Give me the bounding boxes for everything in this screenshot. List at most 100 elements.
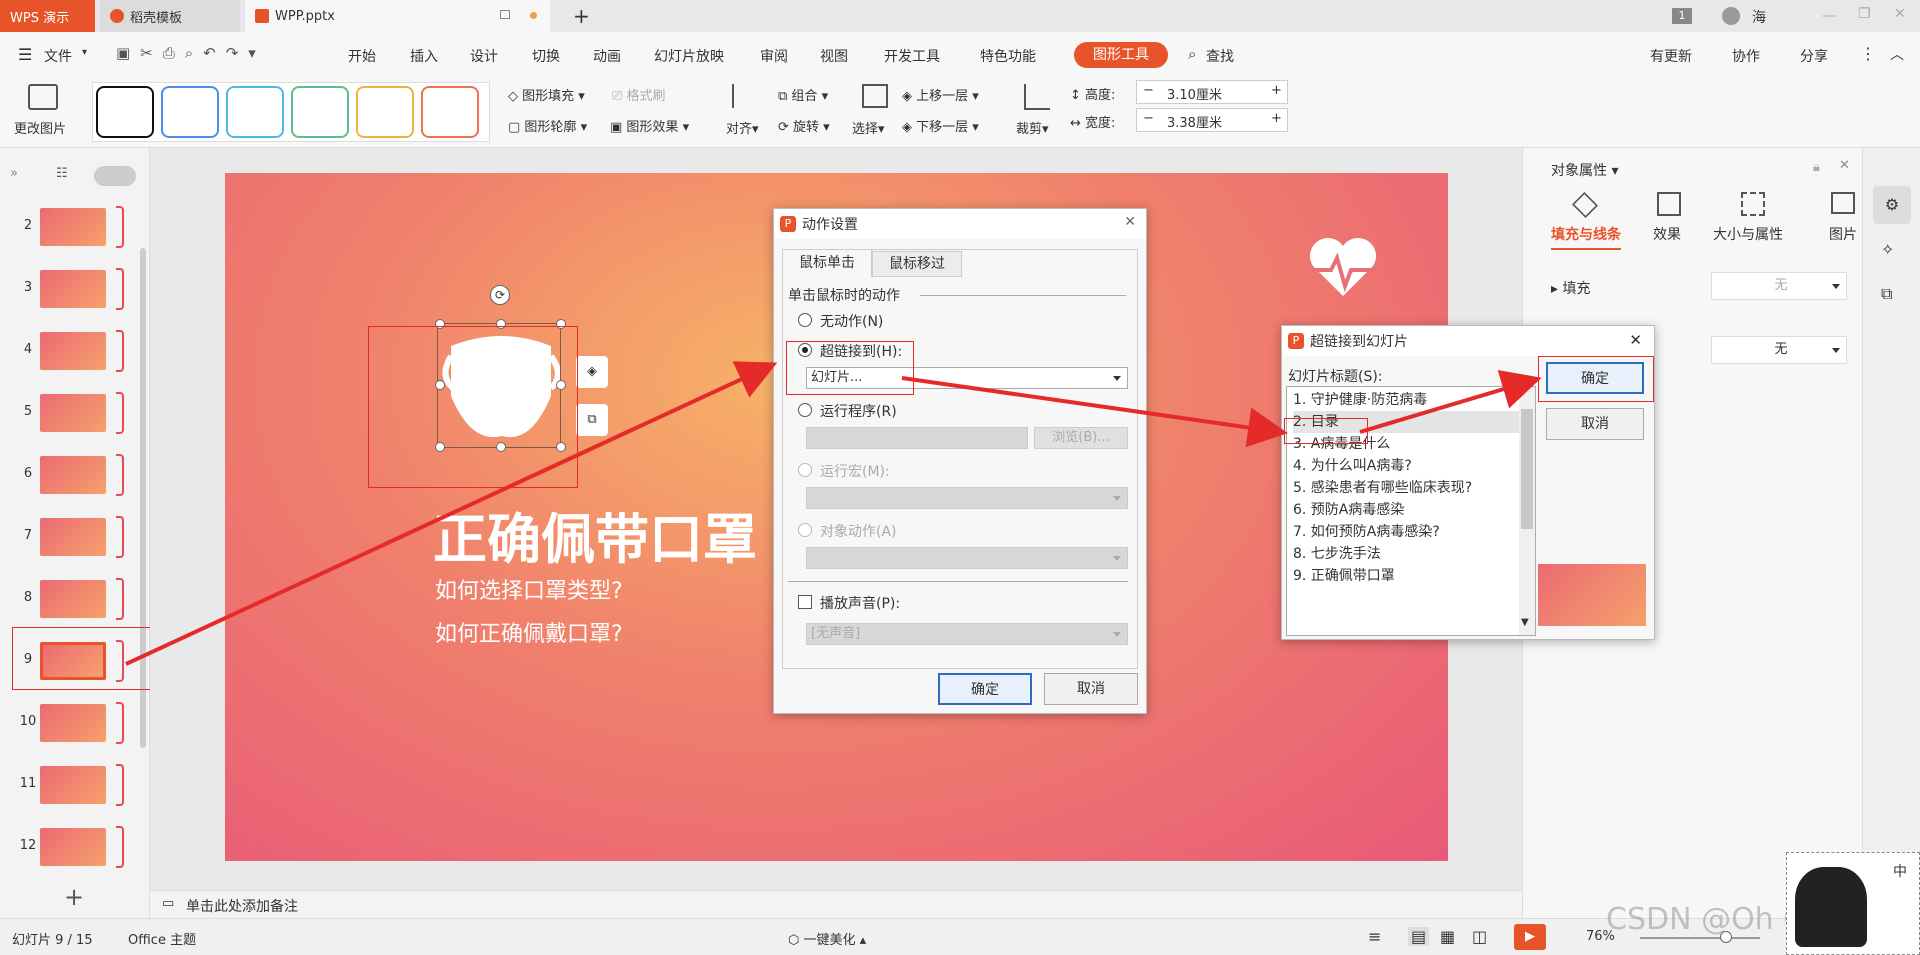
theme-name[interactable]: Office 主题: [128, 929, 196, 948]
menu-graphic-tools[interactable]: 图形工具: [1074, 42, 1168, 68]
share-button[interactable]: 分享: [1800, 46, 1828, 66]
slide-title-item[interactable]: 9. 正确佩带口罩: [1293, 565, 1521, 587]
cancel-button[interactable]: 取消: [1546, 408, 1644, 440]
rotate-handle-icon[interactable]: ⟳: [490, 285, 510, 305]
change-picture-button[interactable]: 更改图片: [14, 118, 66, 137]
crop-button[interactable]: 裁剪▾: [1016, 118, 1049, 137]
shape-outline-button[interactable]: ▢ 图形轮廓 ▾: [508, 116, 587, 135]
line-select[interactable]: 无: [1711, 336, 1847, 364]
shape-fill-button[interactable]: ◇ 图形填充 ▾: [508, 85, 585, 104]
style-swatch-orange[interactable]: [421, 86, 479, 138]
maximize-icon[interactable]: ❐: [1858, 6, 1871, 22]
lock-icon[interactable]: 🔒︎: [1813, 160, 1820, 175]
animation-icon[interactable]: ⧉: [1881, 284, 1892, 304]
picture-icon[interactable]: [1831, 192, 1855, 214]
shape-options-icon[interactable]: ⧉: [576, 404, 608, 436]
select-icon[interactable]: [862, 84, 888, 108]
play-sound-checkbox[interactable]: [798, 595, 812, 609]
radio-run-macro[interactable]: [798, 463, 812, 477]
style-swatch-yellow[interactable]: [356, 86, 414, 138]
more-icon[interactable]: ⋮: [1860, 44, 1876, 63]
shape-effect-button[interactable]: ▣ 图形效果 ▾: [610, 116, 689, 135]
slide-thumbnail[interactable]: [40, 394, 106, 432]
ok-button[interactable]: 确定: [938, 673, 1032, 705]
fill-select[interactable]: 无: [1711, 272, 1847, 300]
height-stepper[interactable]: −3.10厘米 +: [1136, 80, 1288, 104]
size-property-icon[interactable]: [1741, 192, 1765, 216]
slide-title-item[interactable]: 5. 感染患者有哪些临床表现?: [1293, 477, 1521, 499]
list-scrollbar[interactable]: ▼: [1519, 387, 1535, 635]
object-action-select[interactable]: [806, 547, 1128, 569]
fill-line-icon[interactable]: [1571, 191, 1599, 219]
menu-features[interactable]: 特色功能: [980, 46, 1036, 66]
decrement-icon[interactable]: −: [1143, 83, 1154, 98]
monitor-icon[interactable]: [500, 10, 510, 19]
effect-icon[interactable]: [1657, 192, 1681, 216]
change-picture-icon[interactable]: [28, 84, 58, 110]
slide-thumbnail[interactable]: [40, 270, 106, 308]
menu-review[interactable]: 审阅: [760, 46, 788, 66]
width-value[interactable]: 3.38厘米: [1167, 112, 1222, 131]
decrement-icon[interactable]: −: [1143, 111, 1154, 126]
slide-thumbnail[interactable]: [40, 332, 106, 370]
zoom-slider[interactable]: [1640, 937, 1760, 939]
tab-picture[interactable]: 图片: [1829, 224, 1857, 244]
update-link[interactable]: 有更新: [1650, 46, 1692, 66]
bring-forward-button[interactable]: ◈ 上移一层 ▾: [902, 85, 979, 104]
increment-icon[interactable]: +: [1271, 83, 1282, 98]
reading-view-icon[interactable]: ◫: [1472, 927, 1487, 946]
search-icon[interactable]: ⌕: [1188, 45, 1196, 63]
outline-view-icon[interactable]: ☷: [56, 166, 68, 181]
style-icon[interactable]: ✧: [1881, 240, 1894, 259]
collab-button[interactable]: 协作: [1732, 46, 1760, 66]
slide-thumbnail[interactable]: [40, 580, 106, 618]
menu-home[interactable]: 开始: [348, 46, 376, 66]
tab-mouse-click[interactable]: 鼠标单击: [782, 249, 872, 277]
tab-mouse-over[interactable]: 鼠标移过: [872, 251, 962, 277]
close-panel-icon[interactable]: ✕: [1839, 158, 1850, 173]
slide-title[interactable]: 正确佩带口罩: [433, 495, 757, 574]
slide-title-item[interactable]: 1. 守护健康·防范病毒: [1293, 389, 1521, 411]
menu-insert[interactable]: 插入: [410, 46, 438, 66]
beautify-button[interactable]: ⬡ 一键美化 ▴: [788, 929, 866, 948]
height-value[interactable]: 3.10厘米: [1167, 84, 1222, 103]
close-icon[interactable]: ✕: [1894, 6, 1906, 22]
chevron-down-icon[interactable]: ▾: [82, 47, 87, 58]
thumbnail-view-toggle[interactable]: [94, 166, 136, 186]
menu-design[interactable]: 设计: [470, 46, 498, 66]
crop-icon[interactable]: [1024, 84, 1050, 110]
tab-fill-line[interactable]: 填充与线条: [1551, 224, 1621, 250]
fill-section-toggle[interactable]: ▸ 填充: [1551, 278, 1590, 298]
tab-wpp[interactable]: WPP.pptx: [245, 0, 550, 32]
new-tab-icon[interactable]: +: [573, 4, 590, 28]
notes-placeholder[interactable]: 单击此处添加备注: [186, 896, 298, 916]
menu-view[interactable]: 视图: [820, 46, 848, 66]
radio-object-action[interactable]: [798, 523, 812, 537]
menu-animation[interactable]: 动画: [593, 46, 621, 66]
menu-slideshow[interactable]: 幻灯片放映: [654, 46, 724, 66]
normal-view-icon[interactable]: ▤: [1408, 927, 1430, 946]
ime-widget[interactable]: 中: [1786, 852, 1920, 955]
slide-line-1[interactable]: 如何选择口罩类型?: [435, 573, 623, 605]
ime-language[interactable]: 中: [1893, 861, 1907, 881]
sorter-view-icon[interactable]: ▦: [1440, 927, 1455, 946]
slide-thumbnail[interactable]: [40, 704, 106, 742]
add-slide-icon[interactable]: +: [64, 883, 84, 911]
expand-pane-icon[interactable]: »: [10, 166, 18, 181]
slide-line-2[interactable]: 如何正确佩戴口罩?: [435, 616, 623, 648]
properties-icon[interactable]: ⚙: [1873, 186, 1911, 224]
width-stepper[interactable]: −3.38厘米 +: [1136, 108, 1288, 132]
align-icon[interactable]: [732, 84, 752, 108]
style-swatch-green[interactable]: [291, 86, 349, 138]
tab-wps[interactable]: WPS 演示: [0, 0, 95, 32]
close-icon[interactable]: ✕: [1124, 214, 1136, 230]
slide-title-item[interactable]: 8. 七步洗手法: [1293, 543, 1521, 565]
tab-size-property[interactable]: 大小与属性: [1713, 224, 1783, 244]
macro-select[interactable]: [806, 487, 1128, 509]
tab-effect[interactable]: 效果: [1653, 224, 1681, 244]
sound-select[interactable]: [无声音]: [806, 623, 1128, 645]
style-swatch-cyan[interactable]: [226, 86, 284, 138]
avatar[interactable]: [1722, 7, 1740, 25]
menu-transition[interactable]: 切换: [532, 46, 560, 66]
layers-icon[interactable]: ◈: [576, 356, 608, 388]
